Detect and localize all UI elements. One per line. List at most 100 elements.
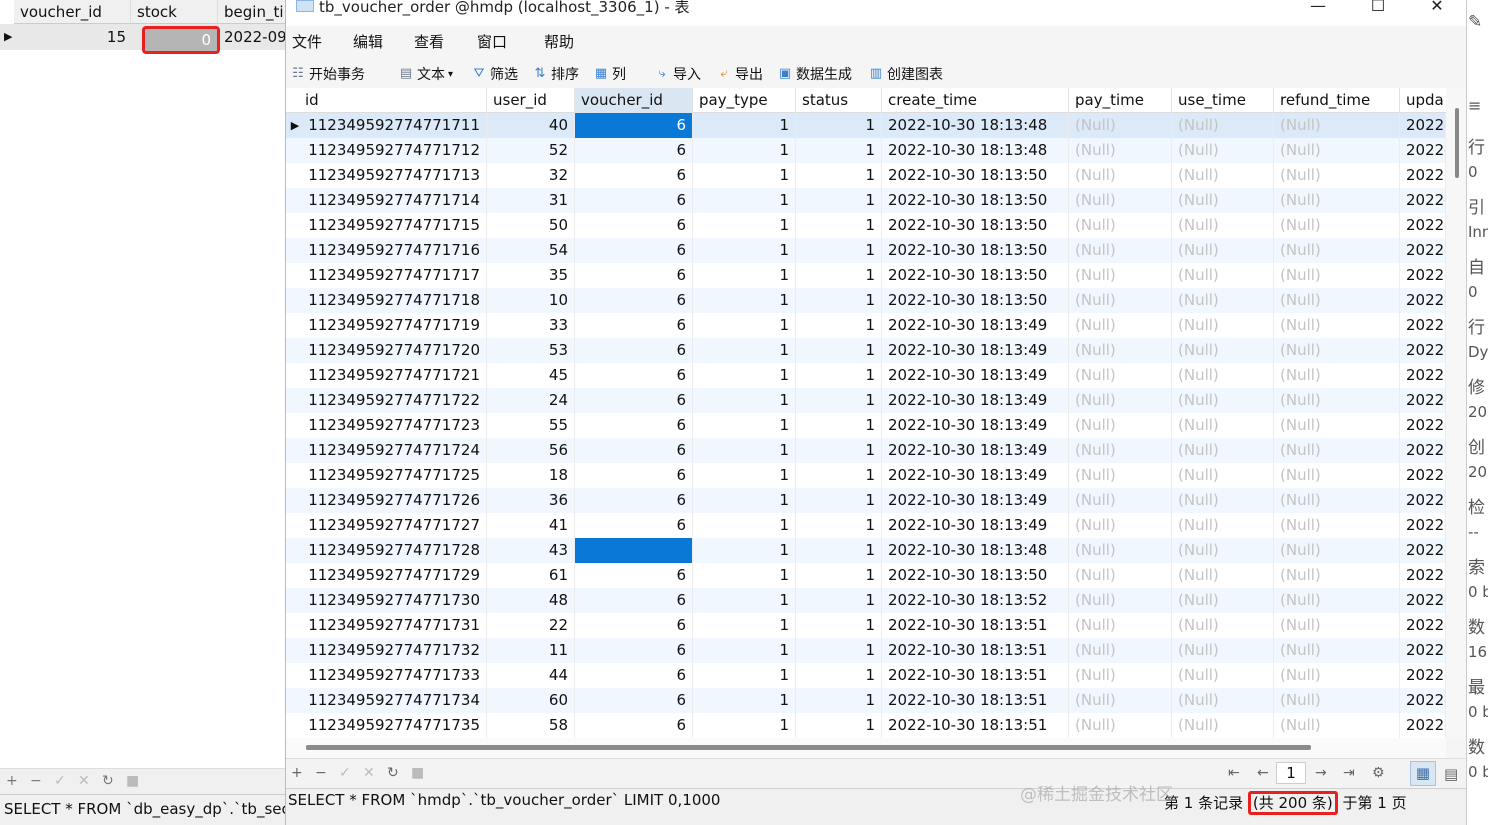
cell-voucher-id[interactable]: 6	[575, 113, 693, 138]
table-row[interactable]: 112349592774771716 54 6 1 1 2022-10-30 18:13:…	[286, 238, 1446, 263]
cell-pay-time[interactable]: (Null)	[1069, 513, 1172, 538]
cell-pay-time[interactable]: (Null)	[1069, 663, 1172, 688]
grid-view-icon[interactable]: ▦	[1410, 761, 1436, 786]
cell-pay-time[interactable]: (Null)	[1069, 713, 1172, 738]
cell-user-id[interactable]: 53	[487, 338, 575, 363]
cell-use-time[interactable]: (Null)	[1172, 613, 1274, 638]
text-view-button[interactable]: ▤ 文本 ▾	[398, 63, 453, 85]
cell-voucher-id[interactable]: 6	[575, 338, 693, 363]
table-row[interactable]: 112349592774771726 36 6 1 1 2022-10-30 18:13:…	[286, 488, 1446, 513]
cell-create-time[interactable]: 2022-10-30 18:13:49	[882, 413, 1069, 438]
cell-update-time[interactable]: 2022-	[1400, 188, 1446, 213]
apply-changes-icon[interactable]: ✓	[339, 765, 351, 781]
table-row[interactable]: 112349592774771720 53 6 1 1 2022-10-30 18:13:…	[286, 338, 1446, 363]
stop-icon[interactable]: ■	[126, 773, 139, 789]
cell-create-time[interactable]: 2022-10-30 18:13:50	[882, 238, 1069, 263]
cell-status[interactable]: 1	[796, 138, 882, 163]
table-row[interactable]: 112349592774771729 61 6 1 1 2022-10-30 18:13:…	[286, 563, 1446, 588]
cell-status[interactable]: 1	[796, 713, 882, 738]
cell-pay-type[interactable]: 1	[693, 213, 796, 238]
begin-transaction-button[interactable]: ☷ 开始事务	[290, 63, 365, 85]
col-header-use-time[interactable]: use_time	[1172, 88, 1274, 113]
cell-use-time[interactable]: (Null)	[1172, 188, 1274, 213]
cell-status[interactable]: 1	[796, 513, 882, 538]
cell-user-id[interactable]: 10	[487, 288, 575, 313]
cell-pay-time[interactable]: (Null)	[1069, 163, 1172, 188]
cell-refund-time[interactable]: (Null)	[1274, 488, 1400, 513]
cell-user-id[interactable]: 52	[487, 138, 575, 163]
cell-id[interactable]: 112349592774771718	[299, 288, 487, 313]
cell-refund-time[interactable]: (Null)	[1274, 588, 1400, 613]
cell-pay-type[interactable]: 1	[693, 413, 796, 438]
cell-use-time[interactable]: (Null)	[1172, 538, 1274, 563]
minimize-button[interactable]: —	[1298, 0, 1338, 18]
cell-id[interactable]: 112349592774771711	[299, 113, 487, 138]
cell-update-time[interactable]: 2022-	[1400, 163, 1446, 188]
table-row[interactable]: 112349592774771725 18 6 1 1 2022-10-30 18:13:…	[286, 463, 1446, 488]
cell-pay-time[interactable]: (Null)	[1069, 688, 1172, 713]
cell-pay-time[interactable]: (Null)	[1069, 288, 1172, 313]
cell-voucher-id[interactable]: 6	[575, 688, 693, 713]
cell-status[interactable]: 1	[796, 338, 882, 363]
cell-status[interactable]: 1	[796, 188, 882, 213]
cell-user-id[interactable]: 48	[487, 588, 575, 613]
table-row[interactable]: 112349592774771722 24 6 1 1 2022-10-30 18:13:…	[286, 388, 1446, 413]
cell-id[interactable]: 112349592774771731	[299, 613, 487, 638]
cell-pay-type[interactable]: 1	[693, 313, 796, 338]
cell-refund-time[interactable]: (Null)	[1274, 363, 1400, 388]
cell-refund-time[interactable]: (Null)	[1274, 413, 1400, 438]
cell-use-time[interactable]: (Null)	[1172, 238, 1274, 263]
cell-pay-time[interactable]: (Null)	[1069, 338, 1172, 363]
cell-use-time[interactable]: (Null)	[1172, 113, 1274, 138]
cell-id[interactable]: 112349592774771713	[299, 163, 487, 188]
cell-pay-time[interactable]: (Null)	[1069, 263, 1172, 288]
cell-status[interactable]: 1	[796, 163, 882, 188]
col-header-refund-time[interactable]: refund_time	[1274, 88, 1400, 113]
table-row[interactable]: 112349592774771718 10 6 1 1 2022-10-30 18:13:…	[286, 288, 1446, 313]
cell-use-time[interactable]: (Null)	[1172, 363, 1274, 388]
table-row[interactable]: 112349592774771723 55 6 1 1 2022-10-30 18:13:…	[286, 413, 1446, 438]
cell-pay-type[interactable]: 1	[693, 288, 796, 313]
first-page-icon[interactable]: ⇤	[1228, 765, 1240, 781]
table-row[interactable]: 112349592774771731 22 6 1 1 2022-10-30 18:13:…	[286, 613, 1446, 638]
cell-refund-time[interactable]: (Null)	[1274, 688, 1400, 713]
cell-status[interactable]: 1	[796, 313, 882, 338]
cell-status[interactable]: 1	[796, 438, 882, 463]
cell-create-time[interactable]: 2022-10-30 18:13:49	[882, 463, 1069, 488]
cell-status[interactable]: 1	[796, 588, 882, 613]
vertical-scrollbar[interactable]	[1446, 88, 1466, 738]
cell-user-id[interactable]: 41	[487, 513, 575, 538]
bg-cell-begin-time[interactable]: 2022-09	[224, 24, 287, 50]
cell-refund-time[interactable]: (Null)	[1274, 663, 1400, 688]
cell-pay-time[interactable]: (Null)	[1069, 613, 1172, 638]
filter-button[interactable]: ⛛ 筛选	[471, 63, 518, 85]
cell-voucher-id[interactable]: 6	[575, 313, 693, 338]
cell-pay-time[interactable]: (Null)	[1069, 563, 1172, 588]
import-button[interactable]: ⤷ 导入	[654, 63, 701, 85]
scroll-thumb[interactable]	[306, 745, 1311, 750]
col-header-create-time[interactable]: create_time	[882, 88, 1069, 113]
cell-pay-type[interactable]: 1	[693, 638, 796, 663]
cell-create-time[interactable]: 2022-10-30 18:13:51	[882, 688, 1069, 713]
cell-pay-type[interactable]: 1	[693, 163, 796, 188]
form-view-icon[interactable]: ▤	[1444, 765, 1458, 783]
cell-status[interactable]: 1	[796, 213, 882, 238]
add-record-icon[interactable]: +	[291, 765, 303, 781]
cell-update-time[interactable]: 2022-	[1400, 338, 1446, 363]
cell-create-time[interactable]: 2022-10-30 18:13:48	[882, 138, 1069, 163]
cell-pay-type[interactable]: 1	[693, 363, 796, 388]
cell-refund-time[interactable]: (Null)	[1274, 313, 1400, 338]
cell-create-time[interactable]: 2022-10-30 18:13:52	[882, 588, 1069, 613]
maximize-button[interactable]: ☐	[1358, 0, 1398, 18]
cell-user-id[interactable]: 60	[487, 688, 575, 713]
cell-pay-type[interactable]: 1	[693, 438, 796, 463]
cell-voucher-id[interactable]: 6	[575, 288, 693, 313]
cell-pay-type[interactable]: 1	[693, 263, 796, 288]
cell-refund-time[interactable]: (Null)	[1274, 563, 1400, 588]
cell-use-time[interactable]: (Null)	[1172, 338, 1274, 363]
cell-use-time[interactable]: (Null)	[1172, 663, 1274, 688]
cell-update-time[interactable]: 2022-	[1400, 288, 1446, 313]
cell-update-time[interactable]: 2022-	[1400, 688, 1446, 713]
cell-create-time[interactable]: 2022-10-30 18:13:50	[882, 213, 1069, 238]
cell-refund-time[interactable]: (Null)	[1274, 438, 1400, 463]
